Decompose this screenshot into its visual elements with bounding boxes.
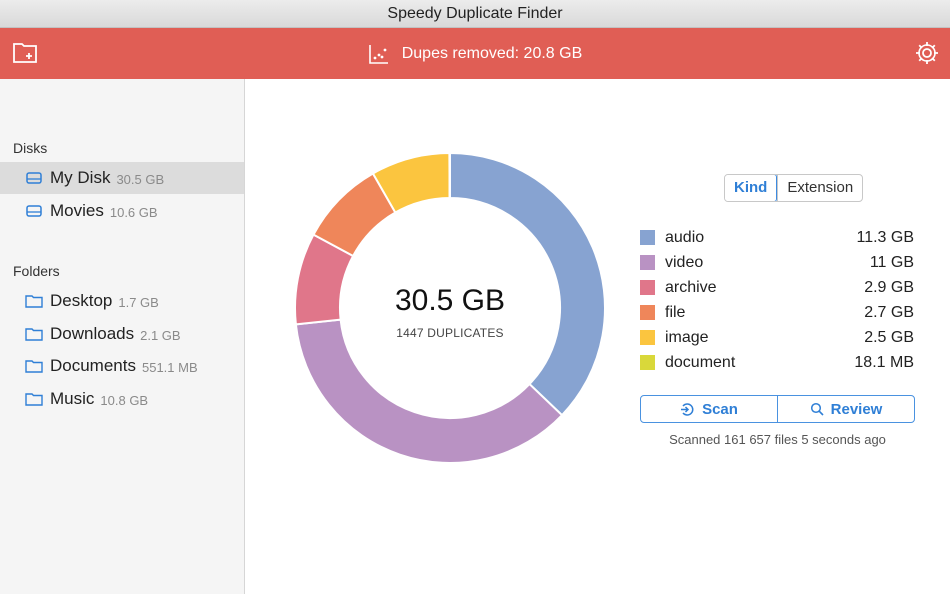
disk-size: 10.6 GB	[109, 204, 158, 220]
scan-icon	[681, 402, 694, 416]
sidebar-item-movies[interactable]: Movies 10.6 GB	[0, 195, 244, 227]
legend-item: video 11 GB	[640, 250, 914, 275]
legend-swatch	[640, 355, 655, 370]
folder-icon	[25, 326, 43, 342]
disk-name: Movies	[50, 201, 104, 220]
legend-item: document 18.1 MB	[640, 350, 914, 375]
scan-button[interactable]: Scan	[641, 396, 777, 422]
folder-size: 2.1 GB	[140, 327, 181, 343]
sidebar-item-my-disk[interactable]: My Disk 30.5 GB	[0, 162, 244, 194]
folder-size: 10.8 GB	[100, 392, 149, 408]
search-icon	[810, 402, 824, 416]
legend-value: 2.7 GB	[864, 303, 914, 321]
window-title: Speedy Duplicate Finder	[0, 0, 950, 28]
review-button[interactable]: Review	[777, 396, 914, 422]
disk-icon	[25, 203, 43, 219]
legend-label: image	[665, 328, 709, 346]
folder-size: 551.1 MB	[141, 359, 198, 375]
legend-item: image 2.5 GB	[640, 325, 914, 350]
folder-plus-icon[interactable]	[12, 39, 40, 67]
scan-status: Scanned 161 657 files 5 seconds ago	[669, 432, 886, 447]
folder-icon	[25, 391, 43, 407]
duplicates-count: 1447 DUPLICATES	[396, 326, 504, 340]
sidebar-item-desktop[interactable]: Desktop 1.7 GB	[0, 285, 244, 317]
donut-slice-document	[448, 152, 451, 200]
sidebar: Disks My Disk 30.5 GB Movies 10.6 GB Fol…	[0, 79, 245, 594]
legend-item: archive 2.9 GB	[640, 275, 914, 300]
disk-icon	[25, 170, 43, 186]
folder-name: Music	[50, 389, 95, 408]
sidebar-item-documents[interactable]: Documents 551.1 MB	[0, 350, 244, 382]
main-panel: 30.5 GB 1447 DUPLICATES Kind Extension a…	[246, 79, 950, 594]
legend-value: 18.1 MB	[854, 353, 914, 371]
legend: audio 11.3 GB video 11 GB archive 2.9 GB file 2…	[640, 225, 914, 375]
legend-swatch	[640, 255, 655, 270]
dupes-removed-stat: Dupes removed: 20.8 GB	[401, 44, 583, 62]
legend-label: archive	[665, 278, 717, 296]
legend-value: 2.9 GB	[864, 278, 914, 296]
legend-swatch	[640, 330, 655, 345]
legend-label: file	[665, 303, 686, 321]
chart-icon	[368, 44, 388, 64]
folder-name: Downloads	[50, 324, 135, 343]
total-duplicates-size: 30.5 GB	[394, 284, 506, 317]
toolbar: Dupes removed: 20.8 GB	[0, 28, 950, 79]
action-buttons: Scan Review	[640, 395, 915, 423]
legend-label: audio	[665, 228, 705, 246]
legend-value: 11 GB	[869, 253, 914, 271]
disk-name: My Disk	[50, 168, 111, 187]
legend-value: 2.5 GB	[864, 328, 914, 346]
tab-extension[interactable]: Extension	[777, 175, 862, 201]
group-by-segmented-control: Kind Extension	[724, 174, 864, 202]
legend-label: document	[665, 353, 736, 371]
folder-name: Desktop	[50, 291, 113, 310]
legend-item: audio 11.3 GB	[640, 225, 914, 250]
review-label: Review	[830, 400, 883, 418]
donut-slice-video	[294, 318, 564, 464]
legend-label: video	[665, 253, 704, 271]
folder-icon	[25, 358, 43, 374]
legend-swatch	[640, 305, 655, 320]
disk-size: 30.5 GB	[116, 171, 165, 187]
legend-item: file 2.7 GB	[640, 300, 914, 325]
legend-swatch	[640, 280, 655, 295]
disks-heading: Disks	[13, 140, 48, 156]
tab-kind[interactable]: Kind	[725, 175, 778, 201]
sidebar-item-downloads[interactable]: Downloads 2.1 GB	[0, 318, 244, 350]
legend-swatch	[640, 230, 655, 245]
scan-label: Scan	[702, 400, 738, 418]
folders-heading: Folders	[13, 263, 60, 279]
folder-name: Documents	[50, 356, 136, 375]
sidebar-item-music[interactable]: Music 10.8 GB	[0, 383, 244, 415]
gear-icon[interactable]	[913, 39, 941, 67]
legend-value: 11.3 GB	[856, 228, 914, 246]
folder-size: 1.7 GB	[118, 294, 159, 310]
folder-icon	[25, 293, 43, 309]
